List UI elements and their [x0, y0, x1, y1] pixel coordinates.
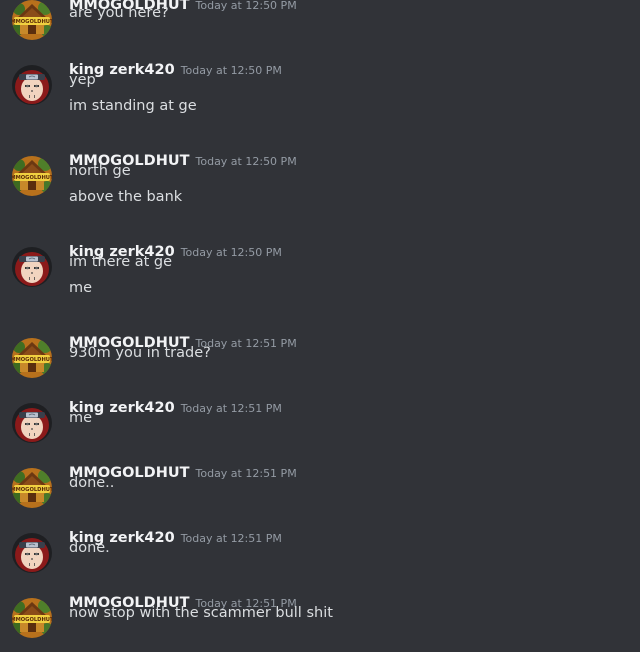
message-text: are you here? — [69, 5, 169, 21]
message-text: 930m you in trade? — [69, 345, 211, 361]
timestamp: Today at 12:51 PM — [180, 532, 282, 545]
message-text: done. — [69, 540, 110, 556]
message-group: MMOGOLDHUT MMOGOLDHUT Today at 12:51 PM now… — [0, 592, 640, 652]
message-group: MMOGOLDHUT MMOGOLDHUT Today at 12:51 PM don… — [0, 462, 640, 522]
message-group: MMOGOLDHUT MMOGOLDHUT Today at 12:50 PM nor… — [0, 150, 640, 210]
message-group: king zerk420 Today at 12:51 PM done. — [0, 527, 640, 587]
message-text: north ge — [69, 163, 131, 179]
message-group: king zerk420 Today at 12:50 PM yep im stand… — [0, 59, 640, 119]
message-text: im there at ge — [69, 254, 173, 270]
timestamp: Today at 12:50 PM — [180, 64, 282, 77]
message-header: king zerk420 Today at 12:51 PM — [69, 397, 282, 419]
mmogoldhut-avatar[interactable]: MMOGOLDHUT — [12, 0, 52, 40]
king-zerk420-avatar[interactable] — [12, 65, 52, 105]
mmogoldhut-avatar[interactable]: MMOGOLDHUT — [12, 156, 52, 196]
timestamp: Today at 12:51 PM — [195, 467, 297, 480]
mmogoldhut-avatar[interactable]: MMOGOLDHUT — [12, 468, 52, 508]
timestamp: Today at 12:50 PM — [195, 155, 297, 168]
message-group: king zerk420 Today at 12:51 PM me — [0, 397, 640, 457]
message-text: now stop with the scammer bull shit — [69, 605, 333, 621]
message-text: im standing at ge — [69, 98, 197, 114]
timestamp: Today at 12:51 PM — [180, 402, 282, 415]
message-text: done.. — [69, 475, 115, 491]
message-text: yep — [69, 72, 96, 88]
logo-text: MMOGOLDHUT — [12, 19, 52, 25]
message-group: king zerk420 Today at 12:50 PM im there at… — [0, 241, 640, 301]
message-group: MMOGOLDHUT MMOGOLDHUT Today at 12:51 PM 930… — [0, 332, 640, 392]
timestamp: Today at 12:50 PM — [195, 0, 297, 12]
king-zerk420-avatar[interactable] — [12, 403, 52, 443]
message-group: MMOGOLDHUT MMOGOLDHUT Today at 12:50 PM are… — [0, 0, 640, 54]
message-text: me — [69, 280, 93, 296]
chat-message-list: MMOGOLDHUT MMOGOLDHUT Today at 12:50 PM are… — [0, 0, 640, 640]
logo-text: MMOGOLDHUT — [12, 487, 52, 493]
message-header: king zerk420 Today at 12:50 PM — [69, 59, 282, 81]
logo-text: MMOGOLDHUT — [12, 617, 52, 623]
message-text: me — [69, 410, 93, 426]
king-zerk420-avatar[interactable] — [12, 533, 52, 573]
logo-text: MMOGOLDHUT — [12, 175, 52, 181]
mmogoldhut-avatar[interactable]: MMOGOLDHUT — [12, 338, 52, 378]
logo-text: MMOGOLDHUT — [12, 357, 52, 363]
timestamp: Today at 12:50 PM — [180, 246, 282, 259]
king-zerk420-avatar[interactable] — [12, 247, 52, 287]
mmogoldhut-avatar[interactable]: MMOGOLDHUT — [12, 598, 52, 638]
message-text: above the bank — [69, 189, 183, 205]
